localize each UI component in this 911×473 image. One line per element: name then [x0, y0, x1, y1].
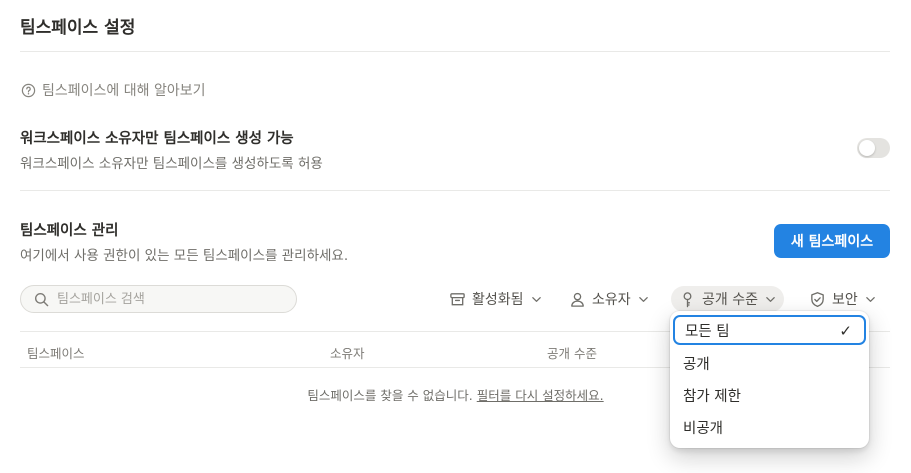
empty-message-text: 팀스페이스를 찾을 수 없습니다.: [307, 388, 473, 403]
dropdown-option-private[interactable]: 비공개: [673, 412, 866, 442]
chevron-down-icon: [766, 296, 775, 302]
learn-teamspaces-link[interactable]: 팀스페이스에 대해 알아보기: [21, 80, 205, 100]
filter-owner[interactable]: 소유자: [563, 286, 655, 312]
filter-security[interactable]: 보안: [803, 286, 882, 312]
dropdown-option-restricted[interactable]: 참가 제한: [673, 380, 866, 410]
filter-active-label: 활성화됨: [472, 292, 524, 308]
toggle-knob: [859, 140, 875, 156]
archive-icon: [450, 292, 465, 305]
chevron-down-icon: [865, 296, 875, 302]
option-label: 참가 제한: [683, 388, 741, 405]
column-owner[interactable]: 소유자: [330, 343, 365, 362]
owner-only-setting-title: 워크스페이스 소유자만 팀스페이스 생성 가능: [20, 131, 294, 147]
chevron-down-icon: [531, 296, 541, 302]
search-icon: [34, 292, 49, 306]
chevron-down-icon: [638, 296, 648, 302]
filter-active[interactable]: 활성화됨: [443, 286, 548, 312]
divider: [20, 51, 890, 52]
access-level-dropdown: 모든 팀 ✓ 공개 참가 제한 비공개: [670, 311, 869, 448]
shield-check-icon: [811, 291, 824, 307]
learn-link-label: 팀스페이스에 대해 알아보기: [42, 83, 206, 99]
new-teamspace-button[interactable]: 새 팀스페이스: [774, 224, 890, 258]
filter-security-label: 보안: [832, 292, 858, 308]
option-label: 공개: [683, 356, 710, 373]
key-icon: [683, 291, 692, 307]
manage-section-title: 팀스페이스 관리: [20, 223, 119, 239]
filter-owner-label: 소유자: [592, 292, 631, 308]
teamspace-search[interactable]: [20, 285, 297, 313]
option-label: 모든 팀: [685, 323, 730, 340]
check-icon: ✓: [839, 322, 852, 340]
owner-only-setting-description: 워크스페이스 소유자만 팀스페이스를 생성하도록 허용: [20, 156, 323, 172]
page-title: 팀스페이스 설정: [20, 18, 136, 38]
filter-access-level[interactable]: 공개 수준: [671, 286, 784, 312]
owner-only-toggle[interactable]: [857, 138, 890, 158]
dropdown-option-public[interactable]: 공개: [673, 348, 866, 378]
person-icon: [571, 292, 584, 307]
option-label: 비공개: [683, 420, 724, 437]
search-input[interactable]: [57, 291, 277, 307]
divider: [20, 190, 890, 191]
reset-filters-link[interactable]: 필터를 다시 설정하세요.: [477, 388, 604, 403]
column-access-level[interactable]: 공개 수준: [547, 343, 597, 362]
dropdown-option-all-teams[interactable]: 모든 팀 ✓: [673, 315, 866, 345]
manage-section-description: 여기에서 사용 권한이 있는 모든 팀스페이스를 관리하세요.: [20, 248, 349, 264]
filter-access-level-label: 공개 수준: [702, 292, 758, 308]
column-teamspace[interactable]: 팀스페이스: [27, 343, 85, 362]
help-circle-icon: [21, 83, 36, 97]
